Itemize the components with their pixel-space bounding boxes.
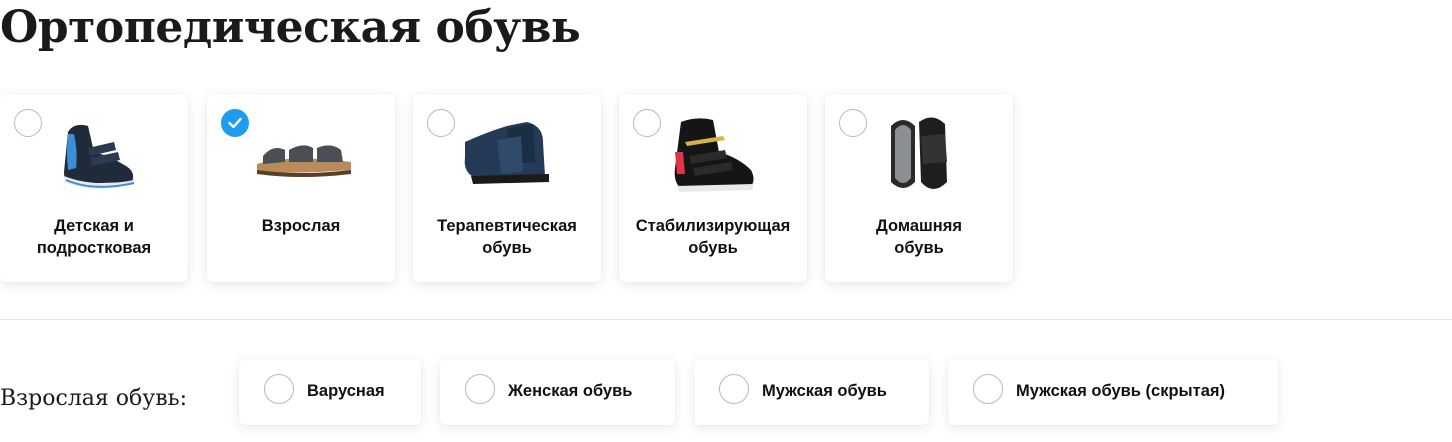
category-radio-checked[interactable]	[221, 109, 249, 137]
section-divider	[0, 319, 1452, 320]
sandal-icon	[251, 112, 355, 196]
option-womens[interactable]: Женская обувь	[440, 359, 675, 425]
category-label: Домашняя обувь	[876, 217, 962, 257]
option-mens[interactable]: Мужская обувь	[694, 359, 929, 425]
option-radio[interactable]	[264, 374, 294, 404]
category-radio[interactable]	[633, 109, 661, 137]
slippers-icon	[869, 112, 973, 196]
option-radio[interactable]	[719, 374, 749, 404]
option-label: Мужская обувь (скрытая)	[1016, 382, 1226, 400]
option-mens-hidden[interactable]: Мужская обувь (скрытая)	[948, 359, 1278, 425]
checkmark-icon	[228, 117, 242, 129]
option-varus[interactable]: Варусная	[239, 359, 421, 425]
kids-shoe-icon	[44, 112, 148, 196]
option-radio[interactable]	[973, 374, 1003, 404]
category-card-adult[interactable]: Взрослая	[207, 94, 395, 282]
option-label: Варусная	[307, 382, 385, 400]
category-card-home[interactable]: Домашняя обувь	[825, 94, 1013, 282]
category-card-therapeutic[interactable]: Терапевтическая обувь	[413, 94, 601, 282]
stabilizing-boot-icon	[663, 112, 767, 196]
option-label: Женская обувь	[508, 382, 633, 400]
category-label: Терапевтическая обувь	[437, 217, 577, 257]
therapeutic-shoe-icon	[457, 112, 561, 196]
category-card-stabilizing[interactable]: Стабилизирующая обувь	[619, 94, 807, 282]
category-radio[interactable]	[427, 109, 455, 137]
category-label: Взрослая	[261, 217, 341, 235]
option-label: Мужская обувь	[762, 382, 887, 400]
category-radio[interactable]	[839, 109, 867, 137]
category-radio[interactable]	[14, 109, 42, 137]
page-title: Ортопедическая обувь	[0, 2, 581, 53]
option-radio[interactable]	[465, 374, 495, 404]
subsection-heading: Взрослая обувь:	[0, 386, 187, 411]
category-card-kids[interactable]: Детская и подростковая	[0, 94, 188, 282]
category-label: Стабилизирующая обувь	[635, 217, 791, 257]
category-label: Детская и подростковая	[36, 217, 152, 257]
